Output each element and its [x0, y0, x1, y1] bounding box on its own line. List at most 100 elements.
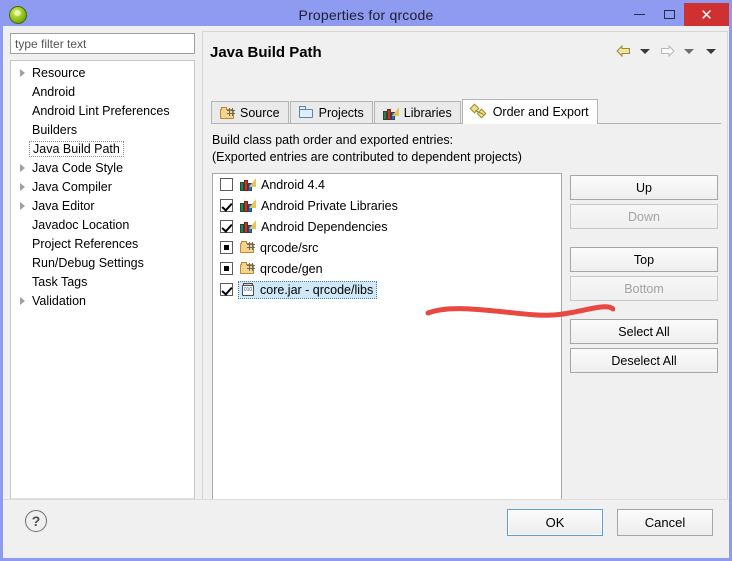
deselect-all-button[interactable]: Deselect All [570, 348, 718, 373]
sidebar-item-label: Javadoc Location [32, 217, 130, 232]
cancel-button[interactable]: Cancel [617, 509, 713, 536]
forward-history-dropdown[interactable] [679, 42, 699, 60]
sidebar-item-java-compiler[interactable]: Java Compiler [11, 177, 194, 196]
list-action-buttons: Up Down Top Bottom Select All Deselect A… [570, 175, 718, 377]
entry-label: qrcode/src [260, 240, 319, 255]
tab-projects[interactable]: Projects [289, 101, 373, 124]
window-title: Properties for qrcode [298, 6, 434, 23]
list-item[interactable]: Android 4.4 [213, 174, 561, 195]
expand-arrow-icon[interactable] [15, 68, 30, 77]
sidebar-item-label: Android Lint Preferences [32, 103, 170, 118]
list-item[interactable]: Android Private Libraries [213, 195, 561, 216]
source-folder-icon [240, 262, 255, 275]
entry-checkbox[interactable] [220, 283, 233, 296]
entry-checkbox[interactable] [220, 178, 233, 191]
expand-arrow-icon[interactable] [15, 163, 30, 172]
sidebar-item-label: Builders [32, 122, 78, 137]
sidebar-item-validation[interactable]: Validation [11, 291, 194, 310]
list-item[interactable]: qrcode/src [213, 237, 561, 258]
sidebar-item-run-debug-settings[interactable]: Run/Debug Settings [11, 253, 194, 272]
dialog-footer: ? OK Cancel [3, 499, 729, 555]
forward-arrow-icon [660, 45, 675, 57]
sidebar-item-task-tags[interactable]: Task Tags [11, 272, 194, 291]
sidebar-item-label: Validation [32, 293, 86, 308]
minimize-button[interactable] [624, 3, 654, 26]
libraries-books-icon [240, 199, 256, 212]
close-icon: ✕ [700, 6, 713, 24]
sidebar-item-label: Resource [32, 65, 86, 80]
source-folder-icon [240, 241, 255, 254]
back-history-dropdown[interactable] [635, 42, 655, 60]
tab-order-and-export[interactable]: Order and Export [461, 99, 598, 124]
sidebar-item-resource[interactable]: Resource [11, 63, 194, 82]
maximize-button[interactable] [654, 3, 684, 26]
classpath-entries-list[interactable]: Android 4.4 Android Private Libraries An… [212, 173, 562, 510]
chevron-down-icon [684, 48, 694, 54]
dialog-action-buttons: OK Cancel [507, 509, 713, 536]
maximize-icon [663, 10, 675, 19]
select-all-button[interactable]: Select All [570, 319, 718, 344]
entry-checkbox[interactable] [220, 241, 233, 254]
back-arrow-icon [615, 45, 631, 57]
sidebar-item-java-build-path[interactable]: Java Build Path [11, 139, 194, 158]
page-description: Build class path order and exported entr… [212, 132, 522, 166]
tab-source[interactable]: Source [211, 101, 289, 124]
top-button[interactable]: Top [570, 247, 718, 272]
close-button[interactable]: ✕ [684, 3, 729, 26]
eclipse-app-icon [9, 5, 27, 24]
chevron-down-icon [706, 48, 716, 54]
sidebar-item-android-lint-preferences[interactable]: Android Lint Preferences [11, 101, 194, 120]
sidebar-item-project-references[interactable]: Project References [11, 234, 194, 253]
filter-input[interactable] [10, 33, 195, 54]
entry-checkbox[interactable] [220, 199, 233, 212]
list-item[interactable]: qrcode/gen [213, 258, 561, 279]
page-title: Java Build Path [210, 44, 322, 61]
title-bar: Properties for qrcode ✕ [3, 3, 729, 26]
sidebar-item-label: Java Code Style [32, 160, 124, 175]
sidebar-item-android[interactable]: Android [11, 82, 194, 101]
properties-dialog: Properties for qrcode ✕ Resource [0, 0, 732, 561]
description-line-1: Build class path order and exported entr… [212, 133, 454, 147]
entry-checkbox[interactable] [220, 262, 233, 275]
page-menu-dropdown[interactable] [701, 42, 721, 60]
sidebar-item-java-code-style[interactable]: Java Code Style [11, 158, 194, 177]
expand-arrow-icon[interactable] [15, 182, 30, 191]
sidebar-item-label: Java Build Path [29, 140, 124, 157]
sidebar-item-label: Java Compiler [32, 179, 112, 194]
settings-navigation-panel: Resource Android Android Lint Preference… [10, 33, 195, 517]
sidebar-item-builders[interactable]: Builders [11, 120, 194, 139]
forward-button[interactable] [657, 42, 677, 60]
sidebar-item-javadoc-location[interactable]: Javadoc Location [11, 215, 194, 234]
list-item[interactable]: Android Dependencies [213, 216, 561, 237]
libraries-books-icon [382, 106, 399, 120]
ok-button[interactable]: OK [507, 509, 603, 536]
entry-label: core.jar - qrcode/libs [260, 282, 374, 297]
back-button[interactable] [613, 42, 633, 60]
description-line-2: (Exported entries are contributed to dep… [212, 150, 522, 164]
sidebar-item-label: Java Editor [32, 198, 95, 213]
sidebar-item-label: Project References [32, 236, 139, 251]
expand-arrow-icon[interactable] [15, 201, 30, 210]
sidebar-item-java-editor[interactable]: Java Editor [11, 196, 194, 215]
list-item-selected[interactable]: 010 core.jar - qrcode/libs [213, 279, 561, 300]
tab-libraries[interactable]: Libraries [373, 101, 461, 124]
order-export-icon [469, 103, 488, 119]
bottom-button: Bottom [570, 276, 718, 301]
chevron-down-icon [640, 48, 650, 54]
entry-label: Android Dependencies [261, 219, 388, 234]
entry-checkbox[interactable] [220, 220, 233, 233]
page-navigation-toolbar [613, 42, 721, 60]
selection-highlight: 010 core.jar - qrcode/libs [238, 280, 378, 299]
source-folder-icon [220, 106, 235, 120]
tab-label: Source [240, 106, 280, 120]
entry-label: Android 4.4 [261, 177, 325, 192]
up-button[interactable]: Up [570, 175, 718, 200]
help-icon[interactable]: ? [25, 510, 47, 532]
tab-label: Projects [318, 106, 364, 120]
expand-arrow-icon[interactable] [15, 296, 30, 305]
settings-tree: Resource Android Android Lint Preference… [10, 60, 195, 517]
sidebar-item-label: Android [32, 84, 76, 99]
projects-icon [298, 106, 314, 119]
entry-label: Android Private Libraries [261, 198, 398, 213]
sidebar-item-label: Run/Debug Settings [32, 255, 144, 270]
